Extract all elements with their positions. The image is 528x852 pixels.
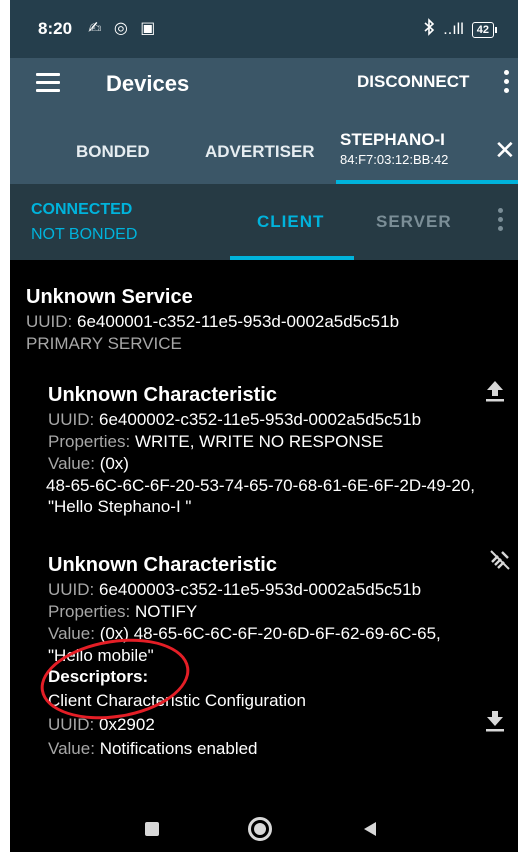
characteristic-value: Value: (0x) 48-65-6C-6C-6F-20-6D-6F-62-6… [48, 624, 441, 643]
device-name: STEPHANO-I [340, 130, 445, 149]
system-nav-bar [10, 802, 518, 852]
battery-icon: 42 [471, 21, 498, 38]
tab-advertiser[interactable]: ADVERTISER [205, 142, 315, 162]
back-button[interactable] [364, 822, 376, 836]
characteristic-item[interactable]: Unknown Characteristic UUID: 6e400002-c3… [46, 384, 475, 517]
characteristic-name: Unknown Characteristic [48, 384, 277, 406]
phone-screen: 8:20 ✍ ◎ ▣ ..ıll 42 Devices DISCONNECT B… [10, 0, 518, 852]
characteristic-value-hex: 48-65-6C-6C-6F-20-53-74-65-70-68-61-6E-6… [46, 476, 475, 495]
menu-icon[interactable] [36, 73, 60, 93]
tab-bonded[interactable]: BONDED [76, 142, 150, 162]
connection-bar: CONNECTED NOT BONDED CLIENT SERVER [10, 184, 518, 260]
tab-server[interactable]: SERVER [376, 212, 452, 232]
tab-client[interactable]: CLIENT [257, 212, 324, 232]
descriptor-uuid: UUID: 0x2902 [48, 715, 155, 734]
upload-icon[interactable] [484, 378, 506, 407]
connection-options-icon[interactable] [498, 208, 503, 235]
characteristic-item[interactable]: Unknown Characteristic UUID: 6e400003-c3… [48, 554, 441, 760]
notifications-disabled-icon[interactable] [488, 548, 512, 577]
connection-state: CONNECTED [31, 201, 133, 218]
device-mac: 84:F7:03:12:BB:42 [340, 152, 449, 167]
tab-device-stephano[interactable]: STEPHANO-I 84:F7:03:12:BB:42 [340, 130, 448, 167]
descriptor-value: Value: Notifications enabled [48, 739, 258, 758]
descriptor-name: Client Characteristic Configuration [48, 691, 306, 710]
device-tabs: BONDED ADVERTISER STEPHANO-I 84:F7:03:12… [10, 114, 518, 184]
recents-button[interactable] [145, 822, 159, 836]
bluetooth-icon [423, 18, 435, 41]
characteristic-value-text: "Hello mobile" [48, 646, 154, 665]
close-icon[interactable]: ✕ [494, 137, 516, 163]
download-icon[interactable] [484, 708, 506, 737]
disconnect-button[interactable]: DISCONNECT [357, 72, 469, 92]
descriptor-item[interactable]: Client Characteristic Configuration UUID… [48, 690, 441, 760]
status-bar: 8:20 ✍ ◎ ▣ ..ıll 42 [10, 0, 518, 58]
status-time: 8:20 [38, 19, 73, 38]
app-bar: Devices DISCONNECT [10, 58, 518, 114]
characteristic-properties: Properties: NOTIFY [48, 602, 198, 621]
characteristic-value-text: "Hello Stephano-I " [48, 497, 192, 516]
service-item[interactable]: Unknown Service UUID: 6e400001-c352-11e5… [26, 286, 399, 355]
service-name: Unknown Service [26, 286, 193, 308]
client-tab-indicator [230, 256, 354, 260]
status-right-icons: ..ıll 42 [423, 18, 498, 41]
characteristic-uuid: UUID: 6e400002-c352-11e5-953d-0002a5d5c5… [48, 410, 422, 429]
service-type: PRIMARY SERVICE [26, 334, 182, 353]
bond-state: NOT BONDED [31, 226, 138, 243]
characteristic-properties: Properties: WRITE, WRITE NO RESPONSE [48, 432, 384, 451]
page-title: Devices [106, 71, 190, 96]
characteristic-name: Unknown Characteristic [48, 554, 277, 576]
status-notification-icons: ✍ ◎ ▣ [88, 20, 160, 37]
home-button[interactable] [248, 817, 272, 841]
characteristic-uuid: UUID: 6e400003-c352-11e5-953d-0002a5d5c5… [48, 580, 422, 599]
more-options-icon[interactable] [504, 70, 509, 97]
characteristic-value-label: Value: (0x) [48, 454, 129, 473]
service-uuid: UUID: 6e400001-c352-11e5-953d-0002a5d5c5… [26, 312, 400, 331]
descriptors-title: Descriptors: [48, 667, 149, 686]
signal-icon: ..ıll [443, 20, 464, 38]
